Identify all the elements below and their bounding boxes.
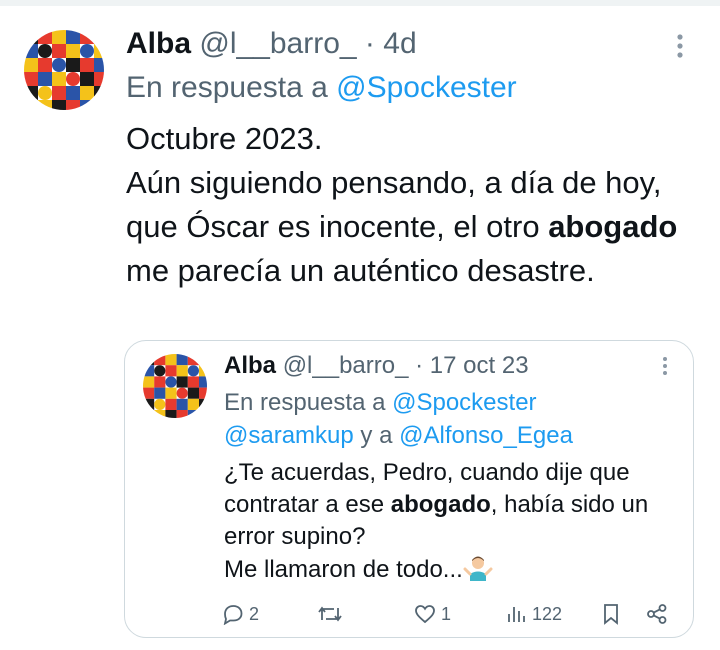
timestamp[interactable]: 4d	[383, 27, 416, 60]
reply-icon	[221, 603, 245, 625]
reply-and: y a	[353, 422, 400, 449]
reply-mention[interactable]: @Spockester	[336, 71, 517, 104]
quoted-text-bold: abogado	[390, 491, 491, 518]
quoted-avatar[interactable]	[143, 354, 207, 418]
quoted-text: ¿Te acuerdas, Pedro, cuando dije que con…	[224, 457, 674, 586]
quoted-reply-context: En respuesta a @Spockester @saramkup y a…	[224, 386, 664, 452]
retweet-button[interactable]	[317, 603, 347, 625]
reply-count: 2	[249, 603, 260, 624]
bookmark-icon	[601, 603, 621, 625]
author-handle[interactable]: @l__barro_	[199, 27, 356, 60]
quoted-actions: 2 1 122	[221, 603, 671, 637]
like-button[interactable]: 1	[413, 603, 451, 625]
like-icon	[413, 603, 437, 625]
separator-dot: ·	[364, 27, 375, 60]
quoted-author-handle[interactable]: @l__barro_	[283, 352, 409, 379]
more-options-icon[interactable]	[658, 355, 672, 377]
reply-prefix: En respuesta a	[126, 71, 337, 104]
like-count: 1	[441, 603, 452, 624]
quoted-text-line: Me llamaron de todo...	[224, 553, 674, 586]
quoted-header: Alba @l__barro_ · 17 oct 23	[224, 351, 529, 381]
tweet-text-paragraph: Aún siguiendo pensando, a día de hoy, qu…	[126, 161, 686, 293]
views-count: 122	[532, 603, 563, 624]
avatar-pattern	[143, 354, 207, 418]
retweet-icon	[317, 603, 343, 625]
reply-mention[interactable]: @saramkup	[224, 422, 354, 449]
quoted-text-paragraph: ¿Te acuerdas, Pedro, cuando dije que con…	[224, 457, 674, 553]
separator-dot: ·	[415, 352, 424, 379]
quoted-tweet[interactable]: Alba @l__barro_ · 17 oct 23 En respuesta…	[124, 340, 694, 638]
reply-mention[interactable]: @Alfonso_Egea	[399, 422, 573, 449]
quoted-text-part: Me llamaron de todo...	[224, 556, 463, 583]
tweet-text-bold: abogado	[548, 209, 678, 244]
views-icon	[506, 603, 528, 625]
tweet-header: Alba @l__barro_ · 4d	[126, 26, 417, 62]
more-options-icon[interactable]	[670, 32, 690, 60]
author-name[interactable]: Alba	[126, 27, 191, 60]
tweet-text-part: me parecía un auténtico desastre.	[126, 253, 595, 288]
bookmark-button[interactable]	[601, 603, 621, 625]
reply-context: En respuesta a @Spockester	[126, 70, 517, 106]
share-icon	[646, 603, 668, 625]
top-divider	[0, 0, 720, 6]
avatar[interactable]	[24, 30, 104, 110]
reply-button[interactable]: 2	[221, 603, 259, 625]
tweet-text-line: Octubre 2023.	[126, 121, 323, 156]
views-button[interactable]: 122	[506, 603, 562, 625]
reply-mention[interactable]: @Spockester	[392, 389, 536, 416]
reply-prefix: En respuesta a	[224, 389, 393, 416]
quoted-author-name[interactable]: Alba	[224, 352, 276, 379]
avatar-pattern	[24, 30, 104, 110]
tweet-text: Octubre 2023. Aún siguiendo pensando, a …	[126, 117, 686, 293]
man-shrugging-emoji	[463, 553, 493, 583]
share-button[interactable]	[646, 603, 668, 625]
quoted-timestamp[interactable]: 17 oct 23	[430, 352, 529, 379]
